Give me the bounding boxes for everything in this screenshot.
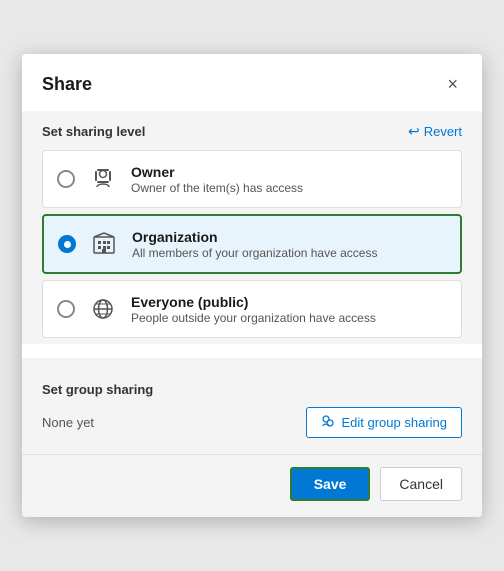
everyone-desc: People outside your organization have ac… xyxy=(131,311,376,325)
section-divider xyxy=(22,358,482,368)
group-section-label: Set group sharing xyxy=(42,382,462,397)
org-text: Organization All members of your organiz… xyxy=(132,229,377,260)
dialog-header: Share × xyxy=(22,54,482,111)
revert-button[interactable]: ↩ Revert xyxy=(408,123,462,140)
owner-title: Owner xyxy=(131,164,303,180)
options-list: Owner Owner of the item(s) has access xyxy=(42,150,462,344)
owner-desc: Owner of the item(s) has access xyxy=(131,181,303,195)
dialog-title: Share xyxy=(42,74,92,95)
org-icon xyxy=(88,228,120,260)
radio-inner xyxy=(64,241,71,248)
cancel-button[interactable]: Cancel xyxy=(380,467,462,501)
edit-group-label: Edit group sharing xyxy=(341,415,447,430)
revert-icon: ↩ xyxy=(408,123,420,140)
save-button[interactable]: Save xyxy=(290,467,371,501)
section-label: Set sharing level ↩ Revert xyxy=(42,123,462,140)
revert-label: Revert xyxy=(424,124,462,139)
share-dialog: Share × Set sharing level ↩ Revert xyxy=(22,54,482,517)
group-sharing-row: None yet Edit group sharing xyxy=(42,407,462,454)
radio-organization xyxy=(58,235,76,253)
globe-icon xyxy=(87,293,119,325)
edit-group-sharing-button[interactable]: Edit group sharing xyxy=(306,407,462,438)
everyone-text: Everyone (public) People outside your or… xyxy=(131,294,376,325)
sharing-level-section: Set sharing level ↩ Revert xyxy=(22,111,482,344)
option-owner[interactable]: Owner Owner of the item(s) has access xyxy=(42,150,462,208)
option-everyone[interactable]: Everyone (public) People outside your or… xyxy=(42,280,462,338)
person-icon xyxy=(87,163,119,195)
close-button[interactable]: × xyxy=(443,70,462,99)
none-yet-label: None yet xyxy=(42,415,94,430)
org-title: Organization xyxy=(132,229,377,245)
option-organization[interactable]: Organization All members of your organiz… xyxy=(42,214,462,274)
section-title: Set sharing level xyxy=(42,124,145,139)
radio-owner xyxy=(57,170,75,188)
group-section-title: Set group sharing xyxy=(42,382,153,397)
org-desc: All members of your organization have ac… xyxy=(132,246,377,260)
dialog-footer: Save Cancel xyxy=(22,454,482,517)
group-sharing-section: Set group sharing None yet Edit group sh… xyxy=(22,368,482,454)
owner-text: Owner Owner of the item(s) has access xyxy=(131,164,303,195)
radio-everyone xyxy=(57,300,75,318)
edit-group-icon xyxy=(321,414,335,431)
everyone-title: Everyone (public) xyxy=(131,294,376,310)
